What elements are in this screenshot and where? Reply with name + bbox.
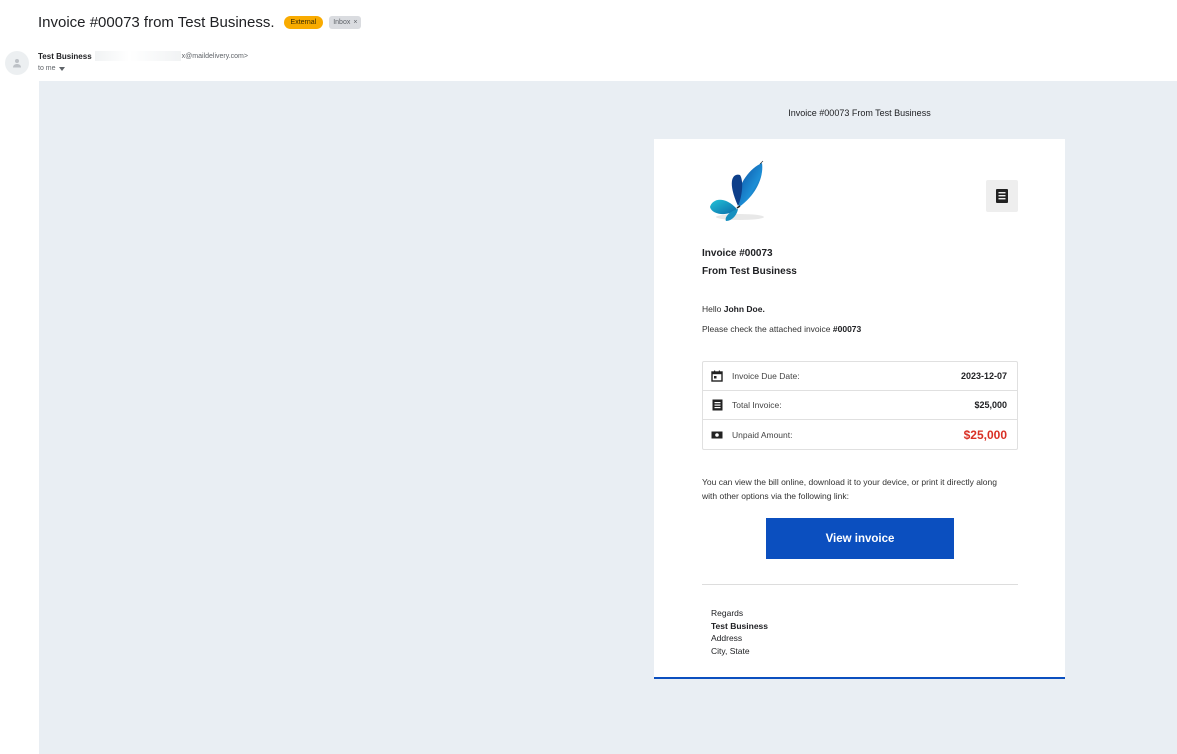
unpaid-amount-value: $25,000	[963, 427, 1007, 442]
calendar-icon	[711, 370, 723, 382]
unpaid-amount-row: Unpaid Amount: $25,000	[703, 420, 1017, 449]
divider	[702, 584, 1018, 585]
person-icon	[13, 59, 21, 68]
signature-block: Regards Test Business Address City, Stat…	[711, 607, 768, 657]
document-icon	[996, 189, 1008, 203]
invoice-reference: #00073	[832, 324, 862, 334]
remove-label-icon[interactable]: ×	[353, 18, 357, 27]
email-subject: Invoice #00073 from Test Business.	[38, 14, 275, 31]
signature-regards: Regards	[711, 608, 744, 618]
greeting-block: Hello John Doe. Please check the attache…	[702, 299, 861, 339]
view-invoice-button[interactable]: View invoice	[766, 518, 954, 559]
sender-email: x@maildelivery.com>	[181, 52, 248, 60]
sender-block: Test Business x@maildelivery.com> to me	[38, 51, 248, 72]
due-date-value: 2023-12-07	[960, 371, 1007, 381]
cash-icon	[711, 429, 723, 441]
email-header-title: Invoice #00073 From Test Business	[788, 108, 931, 118]
invoice-number-heading: Invoice #00073	[702, 248, 773, 259]
to-label: to me	[38, 65, 56, 72]
document-button[interactable]	[986, 180, 1018, 212]
invoice-title: Invoice #00073 From Test Business	[702, 245, 797, 281]
invoice-details-table: Invoice Due Date: 2023-12-07 Total Invoi…	[702, 361, 1018, 450]
avatar[interactable]	[5, 51, 29, 75]
greeting-line: Hello John Doe.	[702, 299, 861, 319]
sender-name[interactable]: Test Business	[38, 52, 92, 61]
external-badge: External	[283, 16, 324, 29]
signature-city: City, State	[711, 645, 750, 656]
total-invoice-row: Total Invoice: $25,000	[703, 391, 1017, 420]
view-online-note: You can view the bill online, download i…	[702, 477, 997, 501]
butterfly-logo	[710, 160, 764, 221]
inbox-label-text: Inbox	[333, 19, 351, 26]
inbox-label[interactable]: Inbox ×	[329, 16, 362, 29]
signature-company: Test Business	[711, 620, 768, 633]
document-icon	[711, 399, 723, 411]
signature-address: Address	[711, 633, 743, 643]
redacted-email	[94, 51, 181, 61]
greeting-prefix: Hello	[702, 304, 724, 314]
invoice-from-heading: From Test Business	[702, 266, 797, 277]
signature-company-name: Test Business	[711, 620, 769, 631]
invoice-card: Invoice #00073 From Test Business Hello …	[654, 139, 1065, 679]
due-date-row: Invoice Due Date: 2023-12-07	[703, 362, 1017, 391]
customer-name: John Doe.	[723, 304, 765, 314]
due-date-label: Invoice Due Date:	[732, 371, 800, 381]
chevron-down-icon[interactable]	[58, 66, 65, 71]
total-invoice-value: $25,000	[974, 400, 1007, 410]
total-invoice-label: Total Invoice:	[732, 400, 782, 410]
check-line: Please check the attached invoice #00073	[702, 319, 861, 339]
subject-row: Invoice #00073 from Test Business. Exter…	[38, 14, 362, 31]
check-text: Please check the attached invoice	[702, 324, 833, 334]
recipient-details[interactable]: to me	[38, 65, 248, 72]
unpaid-amount-label: Unpaid Amount:	[732, 429, 793, 440]
